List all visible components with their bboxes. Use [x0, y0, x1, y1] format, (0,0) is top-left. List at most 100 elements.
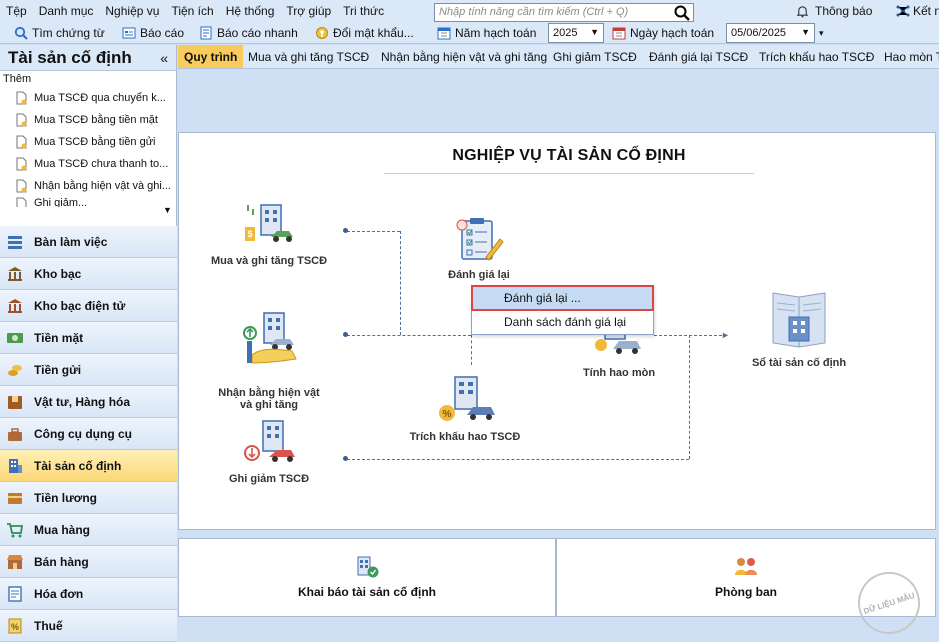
tools-icon: [8, 427, 22, 441]
tab-depreciation[interactable]: Trích khấu hao TSCĐ: [753, 45, 880, 68]
feature-search-input[interactable]: Nhập tính năng cần tìm kiếm (Ctrl + Q): [434, 3, 694, 22]
module-treasury[interactable]: Kho bạc: [0, 258, 177, 290]
declare-assets-card[interactable]: Khai báo tài sản cố định: [178, 538, 556, 617]
tab-decrease[interactable]: Ghi giảm TSCĐ: [547, 45, 643, 68]
declare-building-icon: [357, 556, 379, 578]
task-buy-unpaid[interactable]: Mua TSCĐ chưa thanh to...: [0, 153, 176, 175]
document-icon: [16, 157, 27, 171]
change-password-button[interactable]: Đổi mật khẩu...: [315, 24, 414, 42]
menu-utilities[interactable]: Tiện ích: [165, 4, 219, 18]
document-icon: [16, 197, 27, 207]
node-depreciation[interactable]: % Trích khấu hao TSCĐ: [395, 375, 535, 443]
module-cash[interactable]: Tiền mặt: [0, 322, 177, 354]
module-invoice[interactable]: Hóa đơn: [0, 578, 177, 610]
task-buy-deposit[interactable]: Mua TSCĐ bằng tiền gửi: [0, 131, 176, 153]
flow-line: [347, 459, 689, 460]
bottom-shortcuts: Khai báo tài sản cố định Phòng ban: [178, 538, 936, 617]
fiscal-year-select[interactable]: 2025 ▼: [548, 23, 604, 43]
tab-receive-increase[interactable]: Nhận bằng hiện vật và ghi tăng: [375, 45, 553, 68]
flow-dot: [343, 456, 348, 461]
scroll-down-icon[interactable]: ▼: [163, 205, 172, 215]
revaluation-popup-menu: Đánh giá lại ... Danh sách đánh giá lại: [471, 285, 654, 335]
menu-file[interactable]: Tệp: [0, 4, 33, 18]
document-icon: [16, 113, 27, 127]
invoice-icon: [8, 585, 22, 602]
node-decrease[interactable]: Ghi giảm TSCĐ: [199, 419, 339, 485]
posting-date-picker[interactable]: 05/06/2025 ▼: [726, 23, 815, 43]
bank-icon: [8, 298, 22, 313]
module-fixed-assets[interactable]: Tài sản cố định: [0, 450, 177, 482]
menu-system[interactable]: Hệ thống: [220, 4, 281, 18]
node-asset-ledger[interactable]: Sổ tài sản cố định: [729, 287, 869, 369]
task-buy-transfer[interactable]: Mua TSCĐ qua chuyển k...: [0, 87, 176, 109]
connect-button[interactable]: Kết nố: [896, 4, 939, 18]
main-area: NGHIỆP VỤ TÀI SẢN CỐ ĐỊNH ► $ Mua và ghi…: [178, 70, 939, 641]
module-desk[interactable]: Bàn làm việc: [0, 226, 177, 258]
report-icon: [122, 27, 136, 39]
notification-button[interactable]: Thông báo: [796, 4, 872, 18]
coins-icon: [8, 364, 22, 376]
connect-label: Kết nố: [913, 4, 939, 18]
toolbar-overflow-icon[interactable]: ▾: [819, 24, 824, 42]
chevron-down-icon[interactable]: ▼: [801, 27, 810, 37]
module-deposit[interactable]: Tiền gửi: [0, 354, 177, 386]
decrease-building-icon: [244, 420, 295, 462]
module-tools[interactable]: Công cụ dụng cụ: [0, 418, 177, 450]
report-button[interactable]: Báo cáo: [122, 24, 184, 42]
task-receive-in-kind[interactable]: Nhận bằng hiện vật và ghi...: [0, 175, 176, 197]
ledger-book-icon: [772, 292, 826, 348]
fiscal-year-label: Năm hạch toán: [437, 24, 536, 42]
chevron-down-icon[interactable]: ▼: [590, 27, 599, 37]
document-icon: [16, 179, 27, 193]
search-icon: [14, 26, 28, 40]
node-receive-increase[interactable]: Nhận bằng hiện vật và ghi tăng: [199, 299, 339, 411]
tab-process[interactable]: Quy trình: [178, 45, 244, 68]
tab-revaluation[interactable]: Đánh giá lại TSCĐ: [643, 45, 754, 68]
menu-operations[interactable]: Nghiệp vụ: [99, 4, 165, 18]
document-icon: [16, 135, 27, 149]
task-decrease[interactable]: Ghi giảm...: [0, 197, 176, 207]
flow-line: [347, 335, 471, 336]
desk-icon: [8, 235, 22, 249]
depreciation-building-icon: %: [439, 376, 495, 421]
flow-line: [400, 231, 401, 335]
collapse-sidebar-button[interactable]: «: [160, 50, 168, 66]
module-e-treasury[interactable]: Kho bạc điện tử: [0, 290, 177, 322]
shop-icon: [7, 554, 23, 569]
flow-line: [689, 335, 690, 459]
module-purchase[interactable]: Mua hàng: [0, 514, 177, 546]
module-sales[interactable]: Bán hàng: [0, 546, 177, 578]
module-list: Bàn làm việc Kho bạc Kho bạc điện tử Tiề…: [0, 226, 177, 642]
tab-wear[interactable]: Hao mòn T: [878, 45, 939, 68]
menu-knowledge[interactable]: Tri thức: [337, 4, 390, 18]
svg-text:%: %: [11, 622, 19, 632]
buy-building-icon: $: [245, 204, 293, 242]
notification-label: Thông báo: [815, 4, 873, 18]
receive-building-icon: [243, 312, 297, 364]
payroll-icon: [8, 492, 22, 504]
title-divider: [384, 173, 754, 174]
people-icon: [735, 558, 757, 575]
find-voucher-button[interactable]: Tìm chứng từ: [14, 24, 105, 42]
revaluation-clipboard-icon: [456, 218, 504, 261]
network-icon: [896, 5, 910, 17]
tab-buy-increase[interactable]: Mua và ghi tăng TSCĐ: [242, 45, 375, 68]
quick-report-button[interactable]: Báo cáo nhanh: [199, 24, 298, 42]
svg-text:$: $: [247, 229, 252, 239]
menu-catalog[interactable]: Danh mục: [33, 4, 100, 18]
menu-item-revaluate[interactable]: Đánh giá lại ...: [471, 285, 654, 311]
module-payroll[interactable]: Tiền lương: [0, 482, 177, 514]
node-buy-increase[interactable]: $ Mua và ghi tăng TSCĐ: [199, 203, 339, 267]
node-revaluation[interactable]: Đánh giá lại: [409, 217, 549, 281]
svg-text:%: %: [443, 409, 452, 420]
task-buy-cash[interactable]: Mua TSCĐ bằng tiền mặt: [0, 109, 176, 131]
cash-icon: [7, 332, 23, 343]
module-inventory[interactable]: Vật tư, Hàng hóa: [0, 386, 177, 418]
sidebar-title: Tài sản cố định: [8, 47, 132, 67]
menu-item-revaluation-list[interactable]: Danh sách đánh giá lại: [472, 310, 653, 334]
search-icon[interactable]: [674, 5, 690, 21]
menu-help[interactable]: Trợ giúp: [280, 4, 337, 18]
module-tax[interactable]: % Thuế: [0, 610, 177, 642]
posting-date-label: Ngày hạch toán: [612, 24, 714, 42]
search-placeholder: Nhập tính năng cần tìm kiếm (Ctrl + Q): [439, 6, 629, 18]
